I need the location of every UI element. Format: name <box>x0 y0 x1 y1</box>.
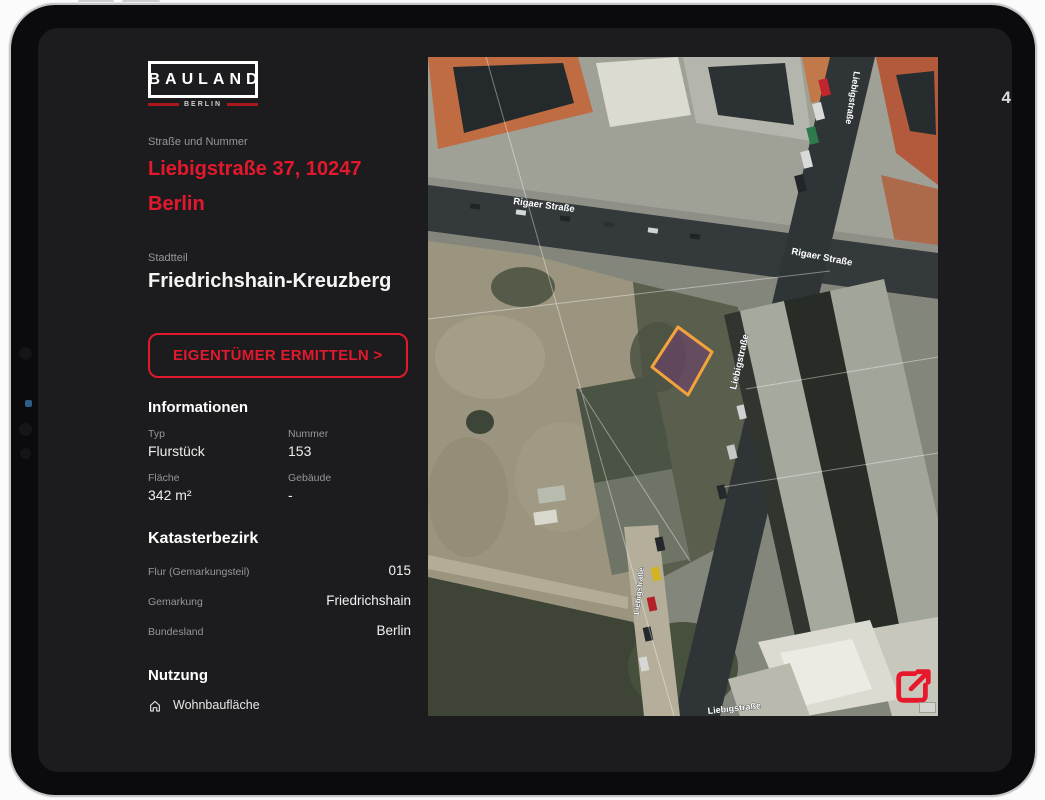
nutzung-title: Nutzung <box>148 667 438 684</box>
nutzung-label: Wohnbaufläche <box>173 698 260 712</box>
informationen-title: Informationen <box>148 399 438 416</box>
katasterbezirk-title: Katasterbezirk <box>148 530 438 548</box>
map-expand-button[interactable] <box>892 665 934 707</box>
satellite-map-canvas: Rigaer Straße Rigaer Straße Liebigstraße… <box>428 57 938 716</box>
row-gemarkung: Gemarkung Friedrichshain <box>148 593 411 608</box>
field-value: Flurstück <box>148 443 288 459</box>
row-bundesland: Bundesland Berlin <box>148 623 411 638</box>
katasterbezirk-rows: Flur (Gemarkungsteil) 015 Gemarkung Frie… <box>148 563 411 638</box>
logo-subtext: BERLIN <box>184 101 222 108</box>
open-external-icon <box>892 665 934 707</box>
row-label: Bundesland <box>148 626 203 638</box>
logo-wordmark: BAULAND <box>148 61 258 98</box>
district-label: Stadtteil <box>148 252 438 264</box>
field-label: Nummer <box>288 428 411 440</box>
field-value: 342 m² <box>148 487 288 503</box>
district-value: Friedrichshain-Kreuzberg <box>148 270 438 293</box>
row-flur: Flur (Gemarkungsteil) 015 <box>148 563 411 578</box>
row-label: Flur (Gemarkungsteil) <box>148 566 250 578</box>
bezel-blue-dot <box>25 400 32 407</box>
field-label: Fläche <box>148 472 288 484</box>
satellite-map[interactable]: Rigaer Straße Rigaer Straße Liebigstraße… <box>428 57 938 716</box>
property-panel: BAULAND BERLIN Straße und Nummer Liebigs… <box>148 61 438 712</box>
field-flaeche: Fläche 342 m² <box>148 472 288 503</box>
field-typ: Typ Flurstück <box>148 428 288 459</box>
nutzung-item: Wohnbaufläche <box>148 698 438 712</box>
bezel-mark <box>19 347 32 360</box>
field-value: 153 <box>288 443 411 459</box>
corner-number: 4 <box>1002 88 1011 108</box>
field-label: Gebäude <box>288 472 411 484</box>
field-label: Typ <box>148 428 288 440</box>
house-icon <box>148 699 162 712</box>
address-value: Liebigstraße 37, 10247 Berlin <box>148 152 410 222</box>
row-value: Berlin <box>376 623 411 638</box>
owner-lookup-button[interactable]: EIGENTÜMER ERMITTELN > <box>148 333 408 378</box>
row-label: Gemarkung <box>148 596 203 608</box>
logo-line-left <box>148 103 179 106</box>
logo-line-right <box>227 103 258 106</box>
field-nummer: Nummer 153 <box>288 428 411 459</box>
field-value: - <box>288 487 411 503</box>
bezel-mark <box>20 448 31 459</box>
map-attribution-badge <box>919 702 936 713</box>
field-gebaeude: Gebäude - <box>288 472 411 503</box>
row-value: Friedrichshain <box>326 593 411 608</box>
informationen-grid: Typ Flurstück Nummer 153 Fläche 342 m² G… <box>148 428 411 503</box>
page: 4 BAULAND BERLIN Straße und Nummer Liebi… <box>0 0 1045 800</box>
bezel-mark <box>19 423 32 436</box>
address-label: Straße und Nummer <box>148 136 438 148</box>
bauland-logo: BAULAND BERLIN <box>148 61 438 108</box>
row-value: 015 <box>388 563 411 578</box>
app-screen: 4 BAULAND BERLIN Straße und Nummer Liebi… <box>38 28 1012 772</box>
